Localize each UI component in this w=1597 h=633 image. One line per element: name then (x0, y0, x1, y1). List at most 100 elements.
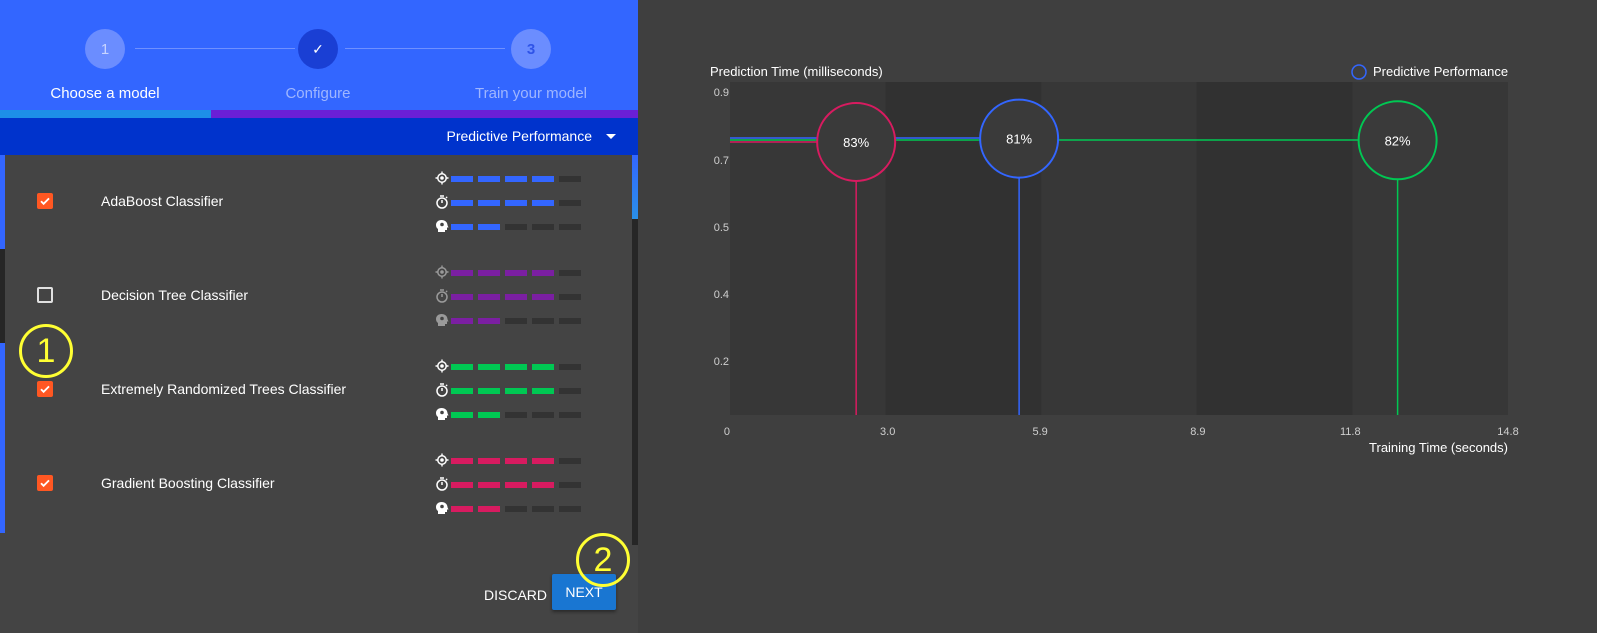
metric-bar-empty (532, 412, 554, 418)
metric-performance (435, 359, 595, 373)
brain-head-icon (436, 408, 449, 420)
metric-performance (435, 265, 595, 279)
metric-training-time (435, 313, 595, 327)
metric-bar-empty (559, 318, 581, 324)
metric-bar-filled (532, 176, 554, 182)
model-name: Decision Tree Classifier (101, 287, 249, 303)
step-label: Train your model (475, 85, 587, 102)
metric-bar-empty (559, 294, 581, 300)
sort-dropdown[interactable]: Predictive Performance (0, 118, 638, 155)
metric-prediction-time (435, 195, 595, 209)
model-list: AdaBoost Classifier Decision Tree Classif… (0, 155, 638, 545)
step-progress-fill (0, 110, 211, 118)
legend-label: Predictive Performance (1373, 64, 1508, 79)
stopwatch-icon (436, 289, 448, 303)
metric-bar-empty (559, 388, 581, 394)
metric-prediction-time (435, 477, 595, 491)
checkmark-icon (40, 385, 50, 394)
metric-bar-empty (532, 506, 554, 512)
metric-bar-empty (505, 224, 527, 230)
chevron-down-icon[interactable] (606, 134, 616, 139)
x-tick-label: 8.9 (1190, 426, 1205, 438)
step-number: 1 (85, 29, 125, 69)
metric-bar-filled (505, 176, 527, 182)
model-checkbox[interactable] (37, 193, 53, 209)
metric-bar-filled (451, 506, 473, 512)
metric-bar-filled (505, 388, 527, 394)
metric-bar-filled (478, 200, 500, 206)
metric-bar-filled (451, 318, 473, 324)
metric-bar-filled (478, 294, 500, 300)
data-point-label: 83% (843, 135, 869, 150)
model-row[interactable]: Extremely Randomized Trees Classifier (0, 343, 632, 439)
step-configure[interactable]: ✓ Configure (218, 29, 418, 102)
y-tick-label: 0.2 (714, 356, 729, 368)
metric-bar-filled (505, 200, 527, 206)
metric-bar-filled (451, 224, 473, 230)
metric-bar-empty (532, 224, 554, 230)
metric-bar-filled (505, 482, 527, 488)
metric-performance (435, 453, 595, 467)
plot-band (1041, 82, 1197, 415)
y-tick-label: 0.5 (714, 222, 729, 234)
metric-bar-filled (532, 270, 554, 276)
x-tick-label: 3.0 (880, 426, 895, 438)
metric-bar-filled (451, 176, 473, 182)
metric-bar-empty (505, 412, 527, 418)
stepper: 1 Choose a model ✓ Configure 3 Train you… (0, 0, 638, 110)
checkmark-icon (40, 479, 50, 488)
metric-training-time (435, 501, 595, 515)
metric-bar-filled (451, 200, 473, 206)
annotation-callout: 1 (19, 324, 73, 378)
checkmark-icon (40, 197, 50, 206)
metric-bar-filled (451, 294, 473, 300)
x-tick-label: 14.8 (1497, 426, 1518, 438)
metric-bar-filled (478, 482, 500, 488)
metric-bar-empty (559, 176, 581, 182)
model-row[interactable]: AdaBoost Classifier (0, 155, 632, 251)
metric-bar-filled (505, 458, 527, 464)
step-train-model[interactable]: 3 Train your model (431, 29, 631, 102)
x-tick-label: 0 (724, 426, 730, 438)
y-tick-label: 0.4 (714, 289, 729, 301)
model-name: Extremely Randomized Trees Classifier (101, 381, 347, 397)
step-label: Configure (285, 85, 351, 102)
step-number: 3 (511, 29, 551, 69)
row-selected-indicator (0, 155, 5, 251)
row-selected-indicator (0, 249, 5, 345)
crosshair-icon (435, 453, 449, 467)
legend-marker (1351, 64, 1367, 80)
metric-bar-filled (505, 294, 527, 300)
plot-band (1196, 82, 1353, 415)
model-checkbox[interactable] (37, 475, 53, 491)
metric-prediction-time (435, 383, 595, 397)
metric-bar-filled (532, 200, 554, 206)
model-row[interactable]: Gradient Boosting Classifier (0, 437, 632, 533)
model-checkbox[interactable] (37, 287, 53, 303)
metric-bar-filled (478, 364, 500, 370)
metric-bar-empty (559, 224, 581, 230)
brain-head-icon (436, 314, 449, 326)
metric-training-time (435, 407, 595, 421)
model-row[interactable]: Decision Tree Classifier (0, 249, 632, 345)
metric-bar-filled (532, 458, 554, 464)
x-axis-label: Training Time (seconds) (1369, 440, 1508, 455)
metric-bar-filled (451, 412, 473, 418)
metric-bar-filled (478, 176, 500, 182)
metric-prediction-time (435, 289, 595, 303)
metric-bar-filled (532, 364, 554, 370)
sort-dropdown-label[interactable]: Predictive Performance (446, 128, 592, 144)
x-tick-label: 11.8 (1340, 426, 1361, 438)
step-progress-bar (0, 110, 638, 118)
metric-bar-empty (559, 270, 581, 276)
y-tick-label: 0.7 (714, 155, 729, 167)
model-checkbox[interactable] (37, 381, 53, 397)
metric-bar-filled (451, 458, 473, 464)
discard-button[interactable]: DISCARD (472, 577, 559, 613)
model-name: AdaBoost Classifier (101, 193, 224, 209)
metric-bar-filled (451, 364, 473, 370)
metric-bar-filled (532, 294, 554, 300)
x-tick-label: 5.9 (1033, 426, 1048, 438)
metric-bar-filled (478, 224, 500, 230)
step-choose-model[interactable]: 1 Choose a model (5, 29, 205, 102)
